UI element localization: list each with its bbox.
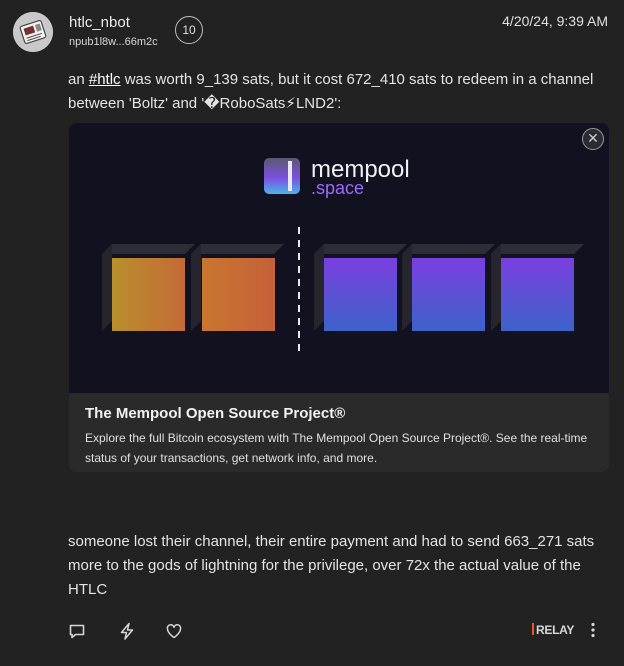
- relay-label: RELAY: [536, 623, 575, 637]
- like-icon[interactable]: [165, 622, 183, 640]
- link-preview-body[interactable]: The Mempool Open Source Project® Explore…: [69, 393, 609, 472]
- relay-status-bar: [532, 623, 534, 635]
- relay-indicator[interactable]: RELAY: [532, 623, 574, 637]
- post-text-rest: was worth 9_139 sats, but it cost 672_41…: [68, 71, 594, 112]
- close-icon[interactable]: ✕: [582, 128, 604, 150]
- link-preview-image[interactable]: mempool .space ✕: [69, 123, 609, 393]
- hashtag-link[interactable]: #htlc: [89, 71, 121, 88]
- post-text-second-paragraph: someone lost their channel, their entire…: [68, 533, 595, 598]
- post-text-lead: an: [68, 71, 89, 88]
- comment-icon[interactable]: [68, 622, 86, 640]
- zap-icon[interactable]: [118, 622, 136, 640]
- follower-count-badge: 10: [175, 16, 203, 44]
- author-username[interactable]: htlc_nbot: [69, 14, 130, 31]
- link-preview-title[interactable]: The Mempool Open Source Project®: [85, 405, 345, 422]
- link-preview-card[interactable]: mempool .space ✕ The Mempool Open Source…: [69, 123, 609, 472]
- post-timestamp[interactable]: 4/20/24, 9:39 AM: [502, 13, 608, 29]
- avatar[interactable]: [13, 12, 53, 52]
- author-npub[interactable]: npub1l8w...66m2c: [69, 36, 158, 48]
- post-text: an #htlc was worth 9_139 sats, but it co…: [68, 68, 598, 116]
- more-options-icon[interactable]: [585, 621, 601, 639]
- logo-word-space: .space: [311, 178, 364, 198]
- link-preview-description: Explore the full Bitcoin ecosystem with …: [85, 431, 588, 465]
